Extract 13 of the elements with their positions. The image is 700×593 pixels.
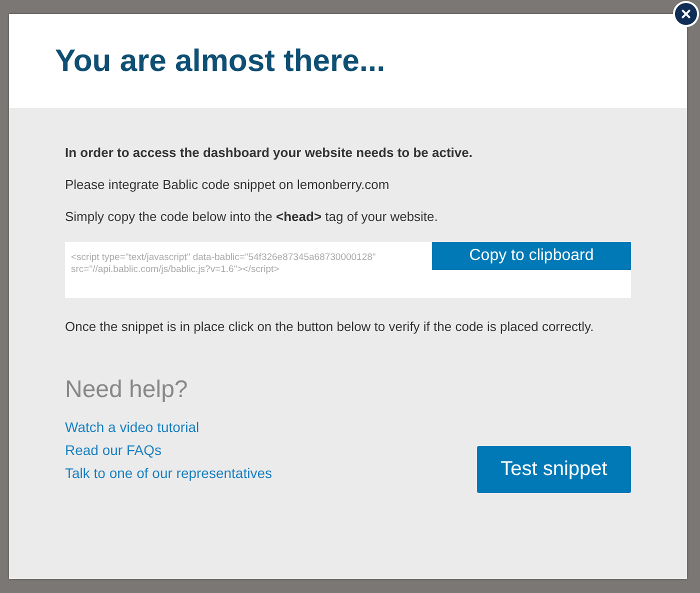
help-link[interactable]: Watch a video tutorial (65, 418, 272, 436)
code-snippet: <script type="text/javascript" data-bablic="54f326e87345a68730000128" src="//api.bablic.com/js/bablic.js?v=1.6"></script> (70, 251, 377, 277)
copy-button[interactable]: Copy to clipboard (432, 242, 631, 270)
help-link[interactable]: Read our FAQs (65, 441, 272, 459)
help-link[interactable]: Talk to one of our representatives (65, 464, 272, 482)
instruction-text: Simply copy the code below into the <head> tag of your website. (65, 208, 439, 226)
dialog-title: You are almost there... (55, 43, 386, 79)
integrate-text: Please integrate Bablic code snippet on lemonberry.com (65, 176, 390, 194)
close-button[interactable]: × (673, 1, 699, 27)
verify-text: Once the snippet is in place click on the button below to verify if the code is placed correctly. (65, 318, 595, 336)
notice-text: In order to access the dashboard your website needs to be active. (65, 144, 474, 162)
help-heading: Need help? (65, 376, 189, 404)
test-snippet-button[interactable]: Test snippet (477, 446, 631, 493)
